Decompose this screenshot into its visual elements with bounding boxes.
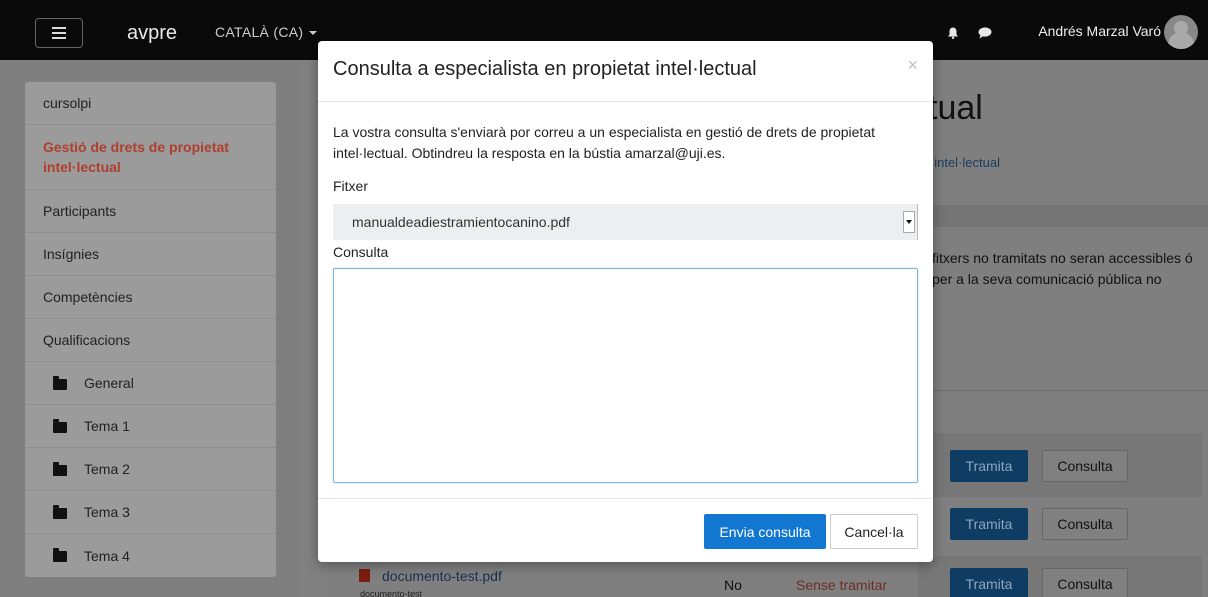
breadcrumb-link: t intel·lectual	[927, 155, 1000, 170]
consulta-button: Consulta	[1042, 450, 1128, 482]
file-label: Fitxer	[333, 178, 368, 194]
file-select-value: manualdeadiestramientocanino.pdf	[352, 214, 570, 230]
folder-icon	[53, 548, 67, 562]
user-name[interactable]: Andrés Marzal Varó	[1038, 23, 1161, 39]
sidebar-item-label: Tema 2	[84, 461, 130, 477]
sidebar-item-label: cursolpi	[43, 95, 92, 111]
sidebar-item-course[interactable]: cursolpi	[25, 82, 276, 125]
folder-icon	[53, 504, 67, 519]
course-sidebar: cursolpi Gestió de drets de propietat in…	[25, 82, 276, 577]
sidebar-item-ip-management[interactable]: Gestió de drets de propietat intel·lectu…	[25, 125, 276, 190]
chat-icon[interactable]	[978, 27, 992, 39]
table-row: Tramita Consulta	[918, 492, 1202, 556]
sidebar-item-label: Tema 1	[84, 418, 130, 434]
consulta-button: Consulta	[1042, 568, 1128, 597]
sidebar-item-tema-1[interactable]: Tema 1	[25, 405, 276, 448]
sidebar-item-label: Gestió de drets de propietat intel·lectu…	[43, 139, 229, 175]
file-status: Sense tramitar	[796, 577, 888, 593]
tramita-button: Tramita	[950, 450, 1028, 482]
close-icon[interactable]: ×	[907, 55, 918, 76]
sidebar-item-general[interactable]: General	[25, 362, 276, 405]
modal-body: La vostra consulta s'enviarà por correu …	[318, 102, 933, 498]
sidebar-item-participants[interactable]: Participants	[25, 190, 276, 233]
user-avatar[interactable]	[1164, 15, 1198, 49]
table-row: Tramita Consulta	[918, 433, 1202, 497]
send-query-button[interactable]: Envia consulta	[704, 514, 826, 549]
sidebar-item-tema-3[interactable]: Tema 3	[25, 491, 276, 534]
file-link: documento-test.pdf	[359, 568, 502, 584]
page-title: tual	[928, 89, 983, 127]
sidebar-item-grades[interactable]: Qualificacions	[25, 319, 276, 362]
language-selector[interactable]: CATALÀ (CA)	[215, 24, 318, 40]
notice-text: fitxers no tramitats no seran accessible…	[932, 250, 1193, 287]
folder-icon	[53, 461, 67, 476]
sidebar-item-label: Participants	[43, 203, 117, 219]
sidebar-item-label: Tema 3	[84, 504, 130, 520]
query-textarea[interactable]	[333, 268, 918, 483]
sidebar-item-label: Tema 4	[84, 547, 130, 564]
chevron-down-icon	[903, 211, 915, 233]
file-flag: No	[724, 577, 742, 593]
file-select[interactable]: manualdeadiestramientocanino.pdf	[333, 204, 918, 240]
sidebar-item-competencies[interactable]: Competències	[25, 276, 276, 319]
site-brand[interactable]: avpre	[127, 22, 177, 45]
sidebar-item-label: General	[84, 375, 134, 391]
table-row: Tramita Consulta	[918, 556, 1202, 597]
sidebar-item-label: Qualificacions	[43, 332, 131, 348]
sidebar-item-tema-4[interactable]: Tema 4	[25, 534, 276, 577]
consulta-modal: Consulta a especialista en propietat int…	[318, 41, 933, 562]
file-name: documento-test.pdf	[382, 568, 502, 584]
modal-footer: Envia consulta Cancel·la	[318, 498, 933, 562]
modal-intro-text: La vostra consulta s'enviarà por correu …	[333, 124, 875, 161]
file-subtitle: documento-test	[360, 589, 423, 597]
hamburger-icon	[52, 32, 66, 34]
divider	[918, 390, 1208, 391]
cancel-button[interactable]: Cancel·la	[830, 514, 918, 549]
sidebar-item-label: Competències	[43, 289, 133, 305]
sidebar-item-tema-2[interactable]: Tema 2	[25, 448, 276, 491]
modal-title: Consulta a especialista en propietat int…	[333, 58, 757, 80]
tramita-button: Tramita	[950, 568, 1028, 597]
query-label: Consulta	[333, 244, 389, 260]
language-label: CATALÀ (CA)	[215, 24, 304, 40]
bell-icon[interactable]	[947, 27, 959, 39]
modal-header: Consulta a especialista en propietat int…	[318, 41, 933, 102]
folder-icon	[53, 375, 67, 390]
section-bar	[918, 205, 1208, 227]
chevron-down-icon	[309, 31, 318, 35]
sidebar-item-label: Insígnies	[43, 246, 100, 262]
pdf-icon	[359, 569, 370, 582]
hamburger-menu-button[interactable]	[35, 18, 83, 48]
tramita-button: Tramita	[950, 508, 1028, 540]
consulta-button: Consulta	[1042, 508, 1128, 540]
folder-icon	[53, 418, 67, 433]
sidebar-item-badges[interactable]: Insígnies	[25, 233, 276, 276]
